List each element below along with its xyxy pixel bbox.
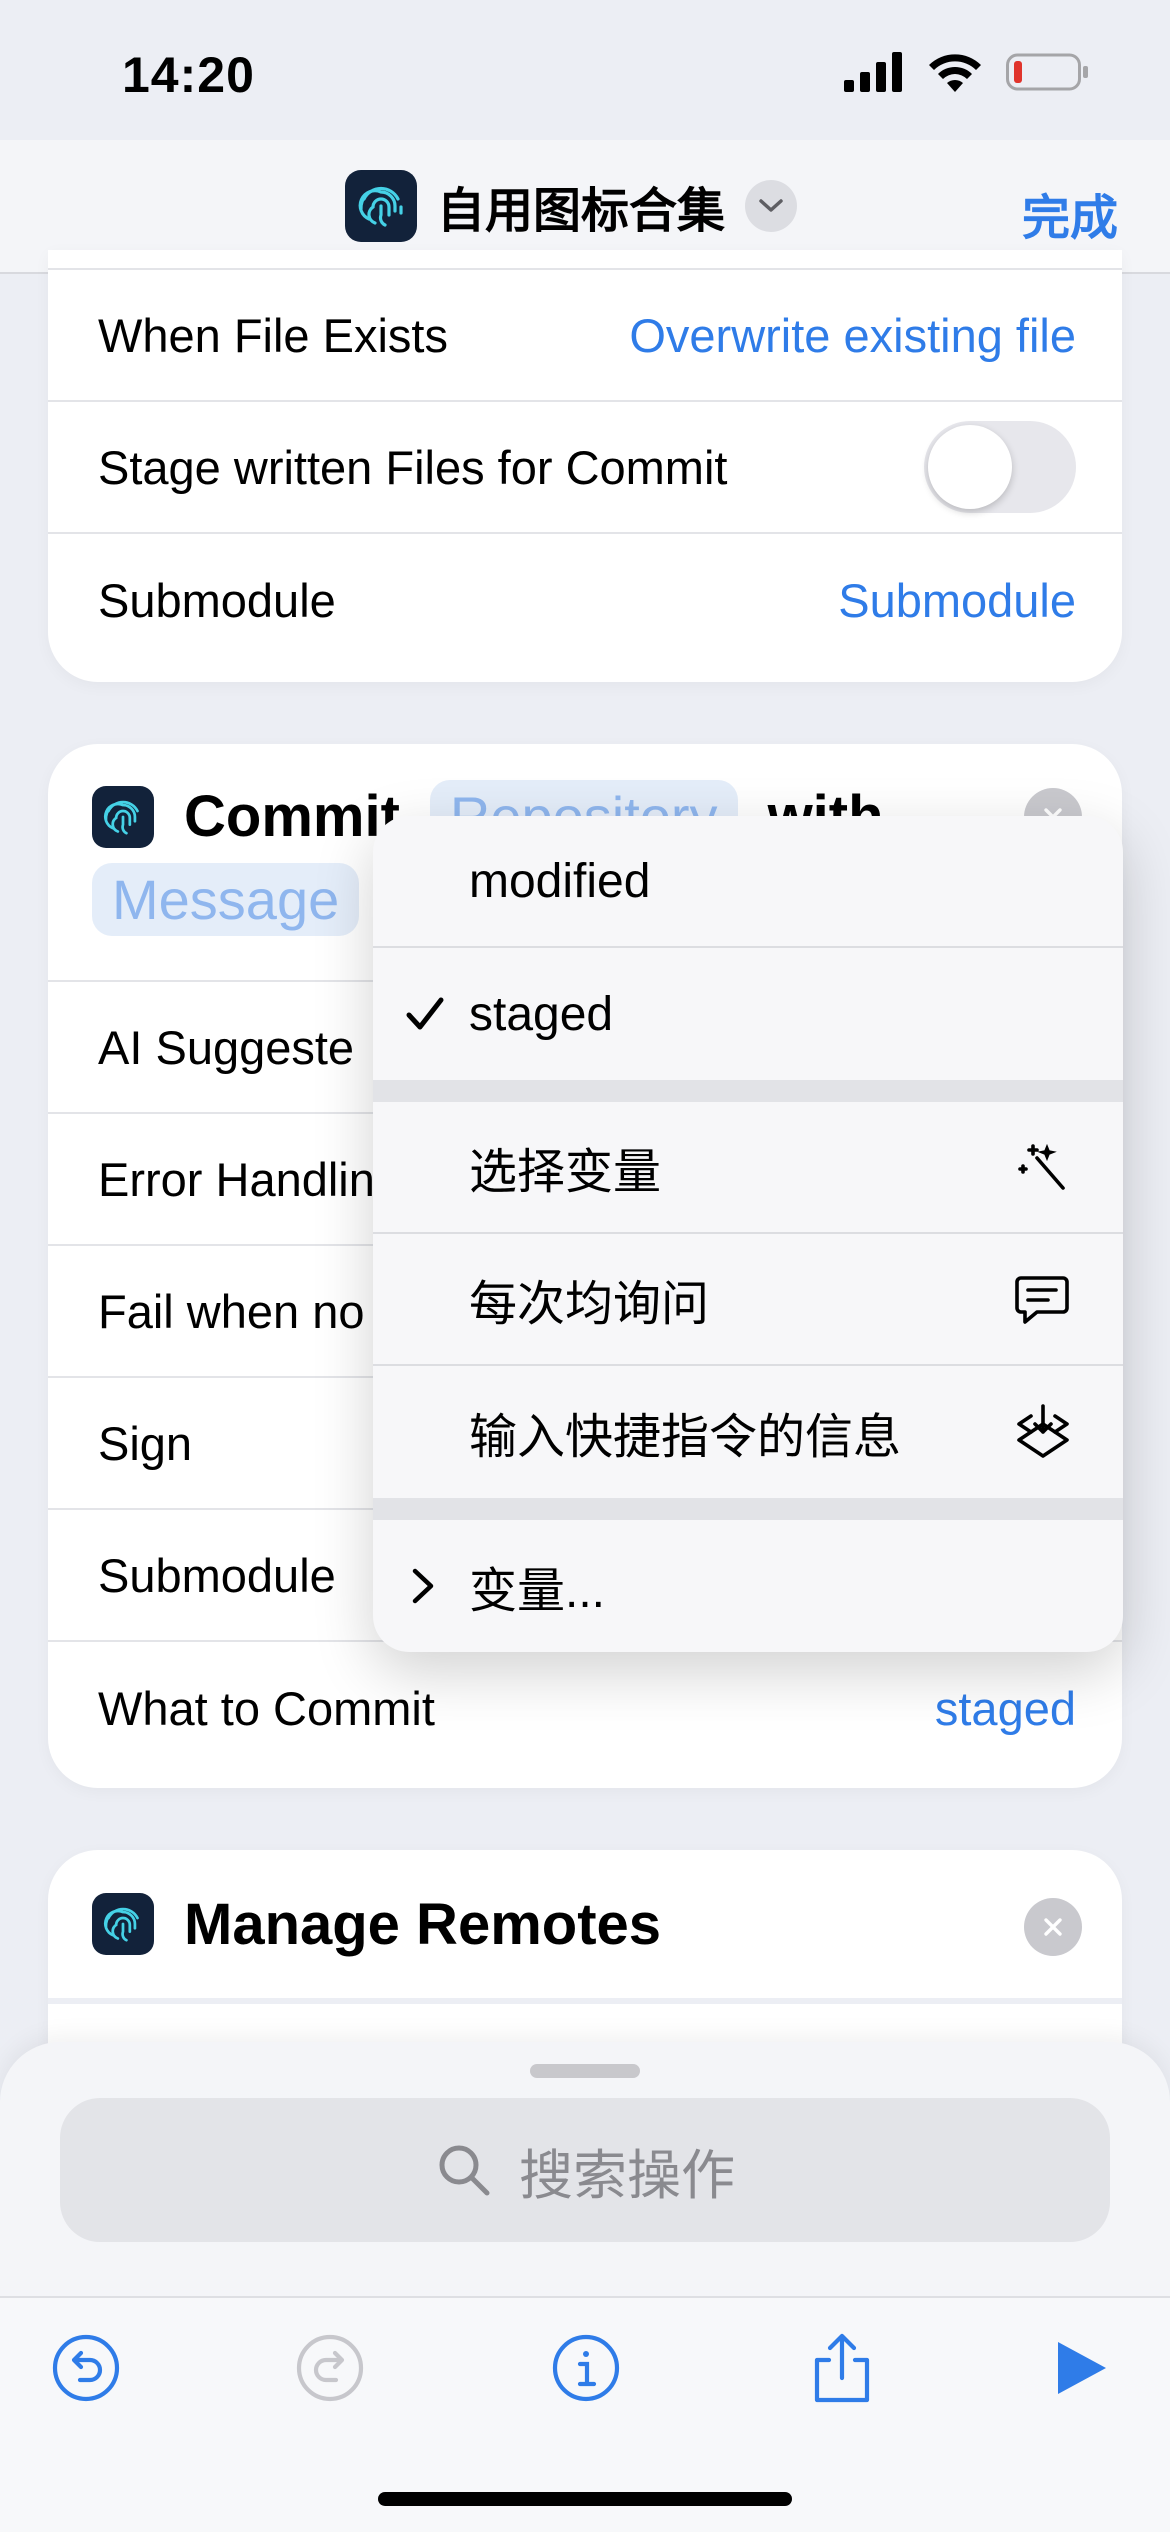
message-parameter[interactable]: Message	[92, 863, 360, 936]
search-icon	[439, 2145, 490, 2196]
fingerprint-icon	[92, 1893, 154, 1955]
what-to-commit-row[interactable]: What to Commit staged	[48, 1642, 1122, 1774]
status-icons	[844, 52, 1090, 92]
checkmark-icon	[405, 948, 445, 1080]
row-label: AI Suggeste	[98, 1020, 355, 1074]
shortcut-title-button[interactable]: 自用图标合集	[345, 170, 798, 242]
battery-low-icon	[1006, 53, 1088, 91]
menu-item-select-variable[interactable]: 选择变量	[373, 1102, 1123, 1234]
wifi-icon	[929, 54, 981, 92]
search-placeholder: 搜索操作	[519, 2145, 735, 2206]
menu-item-ask-each-time[interactable]: 每次均询问	[373, 1234, 1123, 1366]
run-shortcut-icon[interactable]	[1040, 2328, 1120, 2408]
menu-item-variables[interactable]: 变量...	[373, 1520, 1123, 1652]
what-to-commit-menu: modified staged 选择变量 每次均询问 输入快捷指令的信息 变量.…	[373, 816, 1123, 1652]
chat-bubble-icon	[1013, 1234, 1071, 1366]
action-title: Commit	[184, 784, 400, 849]
action-title: Manage Remotes	[184, 1891, 662, 1957]
card-top-edge	[48, 250, 1122, 270]
stage-files-toggle[interactable]	[924, 421, 1076, 513]
row-label: Sign	[98, 1416, 193, 1470]
submodule-row[interactable]: Submodule Submodule	[48, 534, 1122, 666]
when-file-exists-row[interactable]: When File Exists Overwrite existing file	[48, 270, 1122, 402]
row-label: What to Commit	[98, 1681, 435, 1735]
chevron-down-icon[interactable]	[745, 180, 798, 232]
chevron-right-icon	[405, 1520, 441, 1652]
menu-item-shortcut-input[interactable]: 输入快捷指令的信息	[373, 1366, 1123, 1498]
search-actions-field[interactable]: 搜索操作	[60, 2098, 1110, 2242]
fingerprint-icon	[345, 170, 417, 242]
row-label: When File Exists	[98, 308, 448, 362]
row-value[interactable]: Submodule	[838, 573, 1076, 628]
cellular-signal-icon	[844, 52, 902, 92]
info-icon[interactable]	[546, 2328, 626, 2408]
menu-separator	[373, 1498, 1123, 1520]
menu-item-modified[interactable]: modified	[373, 816, 1123, 948]
write-file-action-card: When File Exists Overwrite existing file…	[48, 250, 1122, 682]
row-label: Stage written Files for Commit	[98, 440, 728, 494]
done-button[interactable]: 完成	[1022, 178, 1118, 248]
menu-separator	[373, 1080, 1123, 1102]
menu-item-staged[interactable]: staged	[373, 948, 1123, 1080]
stage-files-row: Stage written Files for Commit	[48, 402, 1122, 534]
shortcut-input-icon	[1015, 1366, 1071, 1498]
redo-icon[interactable]	[290, 2328, 370, 2408]
row-label: Error Handlin	[98, 1152, 375, 1206]
home-indicator	[378, 2492, 792, 2506]
undo-icon[interactable]	[46, 2328, 126, 2408]
sheet-grabber[interactable]	[530, 2064, 640, 2078]
row-label: Submodule	[98, 573, 336, 627]
share-icon[interactable]	[802, 2328, 882, 2408]
row-value[interactable]: staged	[935, 1681, 1076, 1736]
remove-action-icon[interactable]	[1024, 1898, 1082, 1956]
fingerprint-icon	[92, 785, 154, 848]
row-value[interactable]: Overwrite existing file	[629, 308, 1076, 363]
row-label: Submodule	[98, 1548, 336, 1602]
status-time: 14:20	[122, 47, 255, 103]
magic-wand-icon	[1015, 1102, 1071, 1234]
shortcut-title: 自用图标合集	[437, 185, 726, 238]
row-label: Fail when no	[98, 1284, 365, 1338]
